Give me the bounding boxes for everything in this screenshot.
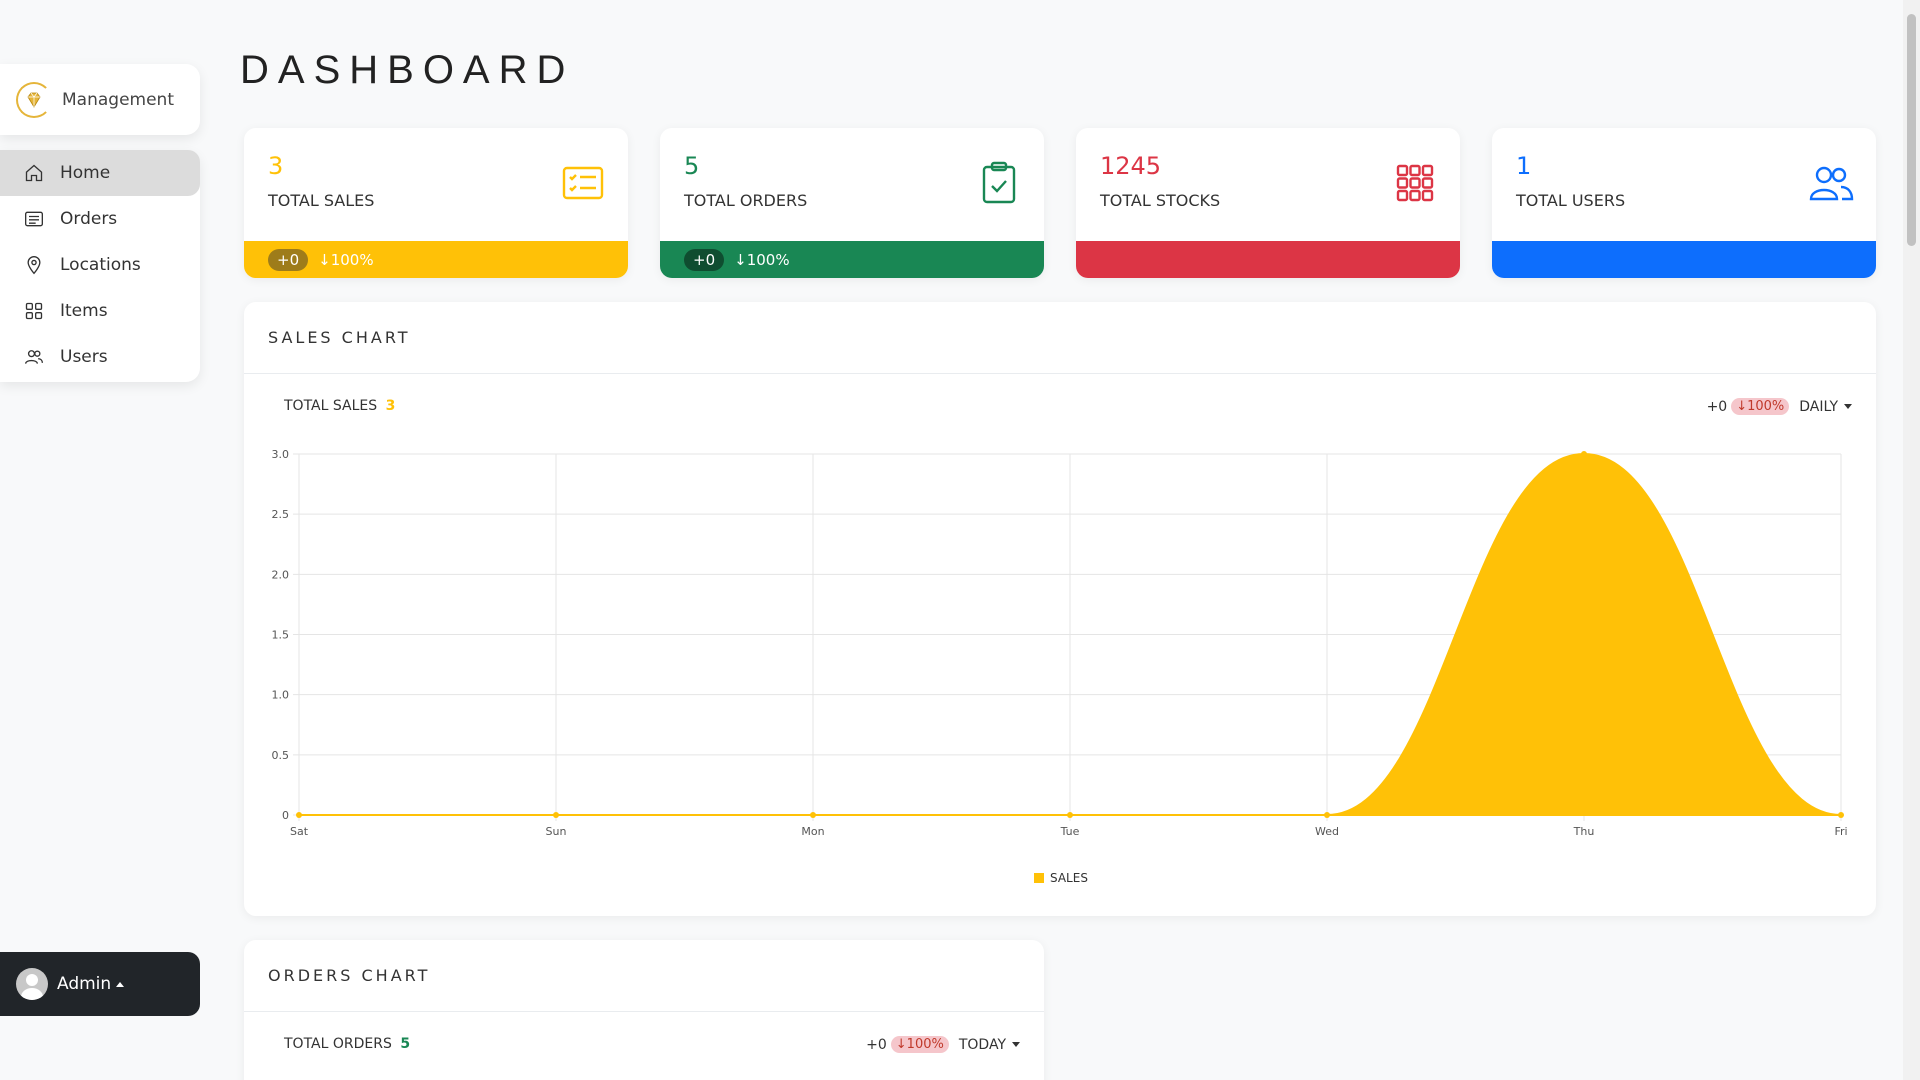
total-stocks-card: 1245 TOTAL STOCKS: [1076, 128, 1460, 278]
data-point[interactable]: [553, 812, 559, 818]
card-label: TOTAL USERS: [1516, 191, 1626, 210]
page-scrollbar[interactable]: [1903, 0, 1920, 1080]
orders-total: TOTAL ORDERS 5: [284, 1036, 410, 1052]
total-orders-card: 5 TOTAL ORDERS +0 ↓100%: [660, 128, 1044, 278]
data-point[interactable]: [1581, 451, 1587, 457]
delta-badge: +0: [684, 248, 725, 271]
sidebar-item-label: Home: [60, 163, 111, 183]
grid-icon: [25, 302, 43, 320]
card-footer: +0 ↓100%: [244, 241, 628, 278]
x-tick-label: Thu: [1573, 825, 1595, 838]
sidebar-item-users[interactable]: Users: [0, 334, 200, 380]
sidebar-item-label: Orders: [60, 209, 118, 229]
sidebar-item-home[interactable]: Home: [0, 150, 200, 196]
x-tick-label: Sat: [290, 825, 309, 838]
data-point[interactable]: [1838, 812, 1844, 818]
card-value: 1: [1516, 152, 1532, 180]
data-point[interactable]: [810, 812, 816, 818]
sales-chart: 0 0.5 1.0 1.5 2.0 2.5 3.0 Sat Sun Mon Tue Wed Thu Fr…: [272, 448, 1848, 885]
orders-chart-controls: +0 ↓100% TODAY: [866, 1036, 1020, 1053]
clipboard-check-icon: [976, 160, 1022, 206]
sidebar-item-label: Items: [60, 301, 108, 321]
y-tick-label: 0: [282, 809, 289, 822]
sidebar-item-items[interactable]: Items: [0, 288, 200, 334]
brand[interactable]: Management: [0, 64, 200, 135]
percent-change: ↓100%: [734, 250, 790, 269]
grid-icon: [1392, 160, 1438, 206]
x-tick-label: Tue: [1060, 825, 1080, 838]
avatar: [16, 968, 48, 1000]
panel-title: ORDERS CHART: [244, 940, 1044, 1012]
y-tick-label: 3.0: [272, 448, 290, 461]
y-tick-label: 2.5: [272, 508, 290, 521]
percent-change: ↓100%: [318, 250, 374, 269]
delta-badge: +0: [268, 248, 309, 271]
sidebar-item-orders[interactable]: Orders: [0, 196, 200, 242]
card-footer: +0 ↓100%: [660, 241, 1044, 278]
legend-label[interactable]: SALES: [1050, 871, 1088, 885]
list-icon: [25, 211, 43, 227]
home-icon: [25, 164, 43, 182]
page-title: DASHBOARD: [240, 48, 575, 92]
users-icon: [1808, 160, 1854, 206]
orders-total-value: 5: [400, 1036, 411, 1052]
period-dropdown-label: TODAY: [958, 1036, 1006, 1053]
x-tick-label: Sun: [546, 825, 567, 838]
x-tick-label: Fri: [1834, 825, 1847, 838]
total-sales-card: 3 TOTAL SALES +0 ↓100%: [244, 128, 628, 278]
orders-chart-panel: ORDERS CHART TOTAL ORDERS 5 +0 ↓100% TOD…: [244, 940, 1044, 1080]
data-point[interactable]: [296, 812, 302, 818]
card-value: 1245: [1100, 152, 1162, 180]
sales-chart-panel: SALES CHART TOTAL SALES 3 +0 ↓100% DAILY…: [244, 302, 1876, 916]
sidebar-nav: Home Orders Locations Items Users: [0, 150, 200, 382]
y-tick-label: 0.5: [272, 749, 290, 762]
checklist-icon: [560, 160, 606, 206]
percent-badge: ↓100%: [890, 1036, 949, 1053]
users-icon: [25, 350, 43, 364]
card-footer: [1076, 241, 1460, 278]
total-users-card: 1 TOTAL USERS: [1492, 128, 1876, 278]
x-tick-label: Mon: [801, 825, 824, 838]
card-label: TOTAL STOCKS: [1100, 191, 1221, 210]
card-footer: [1492, 241, 1876, 278]
data-point[interactable]: [1067, 812, 1073, 818]
legend-swatch: [1034, 873, 1044, 883]
y-tick-label: 2.0: [272, 568, 290, 581]
card-label: TOTAL SALES: [268, 191, 375, 210]
user-menu-button[interactable]: Admin: [0, 952, 200, 1016]
y-tick-label: 1.5: [272, 629, 290, 642]
card-value: 3: [268, 152, 284, 180]
caret-up-icon: [116, 981, 125, 987]
sidebar-item-locations[interactable]: Locations: [0, 242, 200, 288]
diamond-logo-icon: [16, 81, 52, 118]
period-dropdown[interactable]: TODAY: [959, 1037, 1020, 1053]
scrollbar-thumb[interactable]: [1907, 14, 1916, 246]
card-value: 5: [684, 152, 700, 180]
sidebar-item-label: Locations: [60, 255, 141, 275]
brand-name: Management: [62, 89, 174, 110]
y-tick-label: 1.0: [272, 689, 290, 702]
sidebar-item-label: Users: [60, 347, 108, 367]
x-tick-label: Wed: [1315, 825, 1339, 838]
delta-text: +0: [866, 1036, 887, 1053]
data-point[interactable]: [1324, 812, 1330, 818]
map-pin-icon: [27, 256, 41, 275]
orders-total-label: TOTAL ORDERS: [284, 1036, 392, 1052]
caret-down-icon: [1012, 1042, 1020, 1047]
user-name: Admin: [57, 974, 112, 994]
card-label: TOTAL ORDERS: [684, 191, 808, 210]
